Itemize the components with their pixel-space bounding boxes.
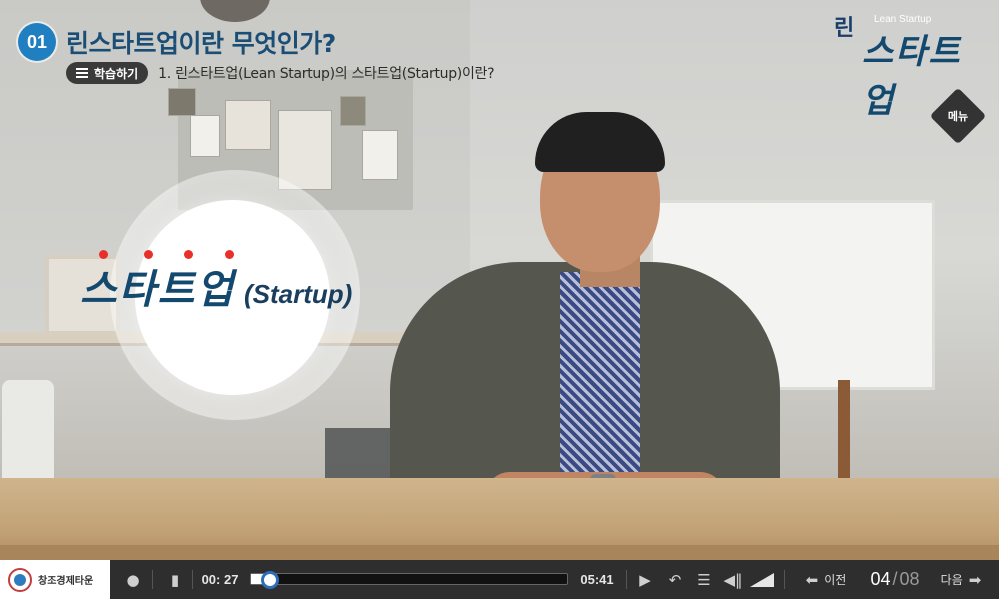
book-button[interactable]: ▮ <box>160 560 190 599</box>
keyword-korean: 스타트업 <box>80 267 236 313</box>
prev-button[interactable]: ⬅ 이전 <box>796 560 856 599</box>
logo-prefix: 린 <box>834 16 855 41</box>
list-icon: ☰ <box>697 570 711 589</box>
study-button-label: 학습하기 <box>94 66 139 81</box>
list-icon <box>76 68 88 78</box>
user-icon: ● <box>126 570 140 589</box>
lesson-header: 01 린스타트업이란 무엇인가? <box>18 23 336 61</box>
video-frame: 01 린스타트업이란 무엇인가? 학습하기 1. 린스타트업(Lean Star… <box>0 0 999 560</box>
page-total: 08 <box>899 569 920 589</box>
table-edge <box>0 545 999 560</box>
lesson-title: 린스타트업이란 무엇인가? <box>66 29 336 58</box>
board-photo <box>340 96 366 126</box>
divider <box>152 570 153 589</box>
volume-level <box>750 572 774 587</box>
brand-logo-icon <box>8 567 32 592</box>
lesson-subtitle: 1. 린스타트업(Lean Startup)의 스타트업(Startup)이란? <box>158 66 495 82</box>
next-label: 다음 <box>940 573 963 587</box>
repeat-button[interactable]: ↶ <box>662 560 688 599</box>
board-photo <box>225 100 271 150</box>
repeat-icon: ↶ <box>668 570 682 589</box>
divider <box>626 570 627 589</box>
board-photo <box>190 115 220 157</box>
arrow-right-icon: ➡ <box>968 570 982 589</box>
divider <box>192 570 193 589</box>
progress-bar[interactable] <box>250 573 568 585</box>
prev-label: 이전 <box>824 573 847 587</box>
page-separator: / <box>892 569 898 589</box>
board-photo <box>168 88 196 116</box>
board-photo <box>278 110 332 190</box>
volume-icon: ◀‖ <box>723 570 743 589</box>
current-time: 00: 27 <box>201 572 239 587</box>
menu-button[interactable]: 메뉴 <box>938 96 978 136</box>
arrow-left-icon: ⬅ <box>805 570 819 589</box>
book-icon: ▮ <box>170 570 180 589</box>
play-button[interactable]: ▶ <box>634 560 656 599</box>
total-time: 05:41 <box>580 572 614 587</box>
volume-slider[interactable] <box>748 560 776 599</box>
lesson-subheader: 학습하기 1. 린스타트업(Lean Startup)의 스타트업(Startu… <box>66 62 495 84</box>
divider <box>784 570 785 589</box>
course-logo: 린 Lean Startup 스타트업 <box>832 6 992 121</box>
page-current: 04 <box>870 569 891 589</box>
play-icon: ▶ <box>639 570 651 589</box>
user-button[interactable]: ● <box>118 560 148 599</box>
next-button[interactable]: 다음 ➡ <box>930 560 992 599</box>
brand-area: 창조경제타운 <box>0 560 110 599</box>
player-control-bar: 창조경제타운 ● ▮ 00: 27 05:41 ▶ ↶ ☰ ◀‖ ⬅ 이전 04… <box>0 560 999 599</box>
progress-knob[interactable] <box>261 571 279 589</box>
mute-button[interactable]: ◀‖ <box>720 560 746 599</box>
page-indicator: 04 / 08 <box>862 560 928 599</box>
keyword-english: (Startup) <box>244 279 353 309</box>
playlist-button[interactable]: ☰ <box>692 560 716 599</box>
brand-text: 창조경제타운 <box>38 576 94 587</box>
study-button[interactable]: 학습하기 <box>66 62 149 84</box>
chapter-number-badge: 01 <box>18 23 56 61</box>
